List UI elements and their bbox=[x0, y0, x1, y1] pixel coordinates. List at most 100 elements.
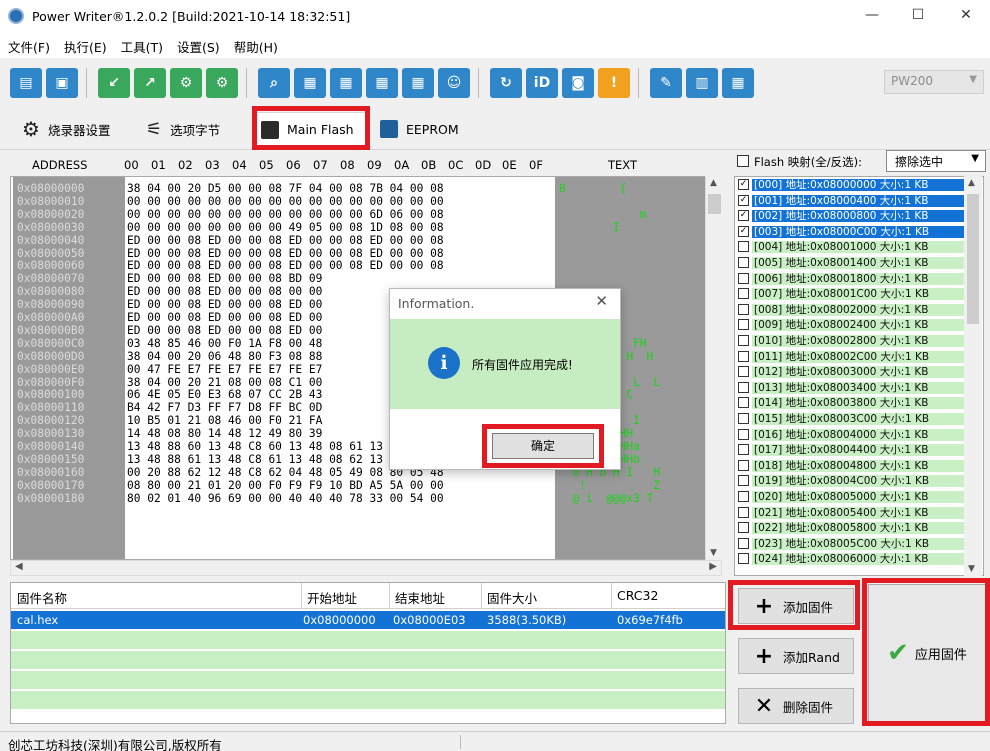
flash-sector-item[interactable]: [005] 地址:0x08001400 大小:1 KB bbox=[738, 257, 964, 269]
sector-checkbox[interactable] bbox=[738, 553, 749, 565]
select-all-checkbox[interactable] bbox=[737, 155, 749, 167]
menu-file[interactable]: 文件(F) bbox=[8, 37, 50, 56]
sector-checkbox[interactable] bbox=[738, 366, 749, 378]
dialog-close-icon[interactable]: ✕ bbox=[595, 292, 608, 310]
menu-tools[interactable]: 工具(T) bbox=[121, 37, 163, 56]
flash-sector-item[interactable]: [004] 地址:0x08001000 大小:1 KB bbox=[738, 241, 964, 254]
flash-sector-item[interactable]: [011] 地址:0x08002C00 大小:1 KB bbox=[738, 350, 964, 363]
flash-sector-item[interactable]: [013] 地址:0x08003400 大小:1 KB bbox=[738, 381, 964, 394]
open-icon[interactable]: ▤ bbox=[10, 68, 42, 98]
add-firmware-button[interactable]: + 添加固件 bbox=[738, 588, 854, 624]
ok-button[interactable]: 确定 bbox=[492, 433, 594, 459]
add-rand-button[interactable]: + 添加Rand bbox=[738, 638, 854, 674]
warning-icon[interactable]: ! bbox=[598, 68, 630, 98]
flash-vertical-scrollbar[interactable]: ▲ ▼ bbox=[964, 176, 982, 576]
flash-map-list[interactable]: ✓ [000] 地址:0x08000000 大小:1 KB ✓ [001] 地址:0x… bbox=[734, 176, 984, 576]
sector-checkbox[interactable] bbox=[738, 335, 749, 346]
sector-checkbox[interactable] bbox=[738, 413, 749, 424]
apply-firmware-button[interactable]: ✔ 应用固件 bbox=[868, 584, 986, 722]
chip-read-icon[interactable]: ▦ bbox=[294, 68, 326, 98]
layout-icon[interactable]: ▦ bbox=[722, 68, 754, 98]
chip-write-icon[interactable]: ▦ bbox=[330, 68, 362, 98]
sector-checkbox[interactable] bbox=[738, 257, 749, 268]
sector-checkbox[interactable] bbox=[738, 459, 749, 471]
sector-checkbox[interactable] bbox=[738, 272, 749, 284]
scroll-up-icon[interactable]: ▲ bbox=[968, 178, 975, 188]
sector-checkbox[interactable] bbox=[738, 319, 749, 331]
close-button[interactable]: ✕ bbox=[946, 7, 986, 27]
flash-sector-item[interactable]: ✓ [000] 地址:0x08000000 大小:1 KB bbox=[738, 179, 964, 191]
delete-firmware-button[interactable]: ✕ 删除固件 bbox=[738, 688, 854, 724]
chip-icon-1[interactable]: ⚙ bbox=[170, 68, 202, 98]
device-select[interactable]: PW200 ▼ bbox=[884, 70, 984, 94]
chip-icon-2[interactable]: ⚙ bbox=[206, 68, 238, 98]
sector-checkbox[interactable] bbox=[738, 506, 749, 518]
minimize-button[interactable]: — bbox=[852, 7, 892, 27]
flash-sector-item[interactable]: [009] 地址:0x08002400 大小:1 KB bbox=[738, 319, 964, 332]
id-icon[interactable]: iD bbox=[526, 68, 558, 98]
sector-checkbox[interactable] bbox=[738, 381, 749, 393]
sector-checkbox[interactable]: ✓ bbox=[738, 210, 749, 222]
flash-sector-item[interactable]: [006] 地址:0x08001800 大小:1 KB bbox=[738, 272, 964, 285]
flash-sector-item[interactable]: [018] 地址:0x08004800 大小:1 KB bbox=[738, 459, 964, 472]
hex-vertical-scrollbar[interactable]: ▲ ▼ bbox=[705, 176, 722, 560]
refresh-icon[interactable]: ↻ bbox=[490, 68, 522, 98]
tab-option-bytes[interactable]: ⚟ 选项字节 bbox=[138, 112, 228, 146]
scroll-right-icon[interactable]: ▶ bbox=[709, 561, 717, 572]
flash-sector-item[interactable]: [022] 地址:0x08005800 大小:1 KB bbox=[738, 522, 964, 535]
menu-execute[interactable]: 执行(E) bbox=[64, 37, 107, 56]
flash-sector-item[interactable]: ✓ [003] 地址:0x08000C00 大小:1 KB bbox=[738, 225, 964, 238]
sector-checkbox[interactable]: ✓ bbox=[738, 194, 749, 206]
sector-checkbox[interactable] bbox=[738, 397, 749, 409]
flash-sector-item[interactable]: [008] 地址:0x08002000 大小:1 KB bbox=[738, 303, 964, 316]
sector-checkbox[interactable]: ✓ bbox=[738, 225, 749, 237]
tab-programmer-settings[interactable]: ⚙ 烧录器设置 bbox=[14, 112, 118, 146]
menu-settings[interactable]: 设置(S) bbox=[177, 37, 220, 56]
flash-sector-item[interactable]: ✓ [001] 地址:0x08000400 大小:1 KB bbox=[738, 194, 964, 207]
flash-sector-item[interactable]: [021] 地址:0x08005400 大小:1 KB bbox=[738, 506, 964, 519]
flash-sector-item[interactable]: ✓ [002] 地址:0x08000800 大小:1 KB bbox=[738, 210, 964, 223]
sector-checkbox[interactable] bbox=[738, 537, 749, 549]
hex-horizontal-scrollbar[interactable]: ◀ ▶ bbox=[10, 560, 722, 576]
flash-sector-item[interactable]: [023] 地址:0x08005C00 大小:1 KB bbox=[738, 537, 964, 550]
scroll-thumb[interactable] bbox=[967, 194, 979, 324]
menu-help[interactable]: 帮助(H) bbox=[234, 37, 278, 56]
flash-sector-item[interactable]: [014] 地址:0x08003800 大小:1 KB bbox=[738, 397, 964, 410]
flash-sector-item[interactable]: [017] 地址:0x08004400 大小:1 KB bbox=[738, 444, 964, 457]
scroll-left-icon[interactable]: ◀ bbox=[15, 561, 23, 572]
clean-icon[interactable]: ✎ bbox=[650, 68, 682, 98]
sector-checkbox[interactable] bbox=[738, 428, 749, 440]
sector-checkbox[interactable] bbox=[738, 241, 749, 253]
sector-checkbox[interactable] bbox=[738, 288, 749, 300]
tab-main-flash[interactable]: Main Flash bbox=[252, 112, 366, 146]
sector-checkbox[interactable] bbox=[738, 303, 749, 315]
flash-sector-item[interactable]: [020] 地址:0x08005000 大小:1 KB bbox=[738, 491, 964, 503]
chip-info-icon[interactable]: ◙ bbox=[562, 68, 594, 98]
sector-checkbox[interactable] bbox=[738, 522, 749, 534]
search-icon[interactable]: ⌕ bbox=[258, 68, 290, 98]
save-icon[interactable]: ▣ bbox=[46, 68, 78, 98]
maximize-button[interactable]: ☐ bbox=[898, 7, 938, 27]
scroll-down-icon[interactable]: ▼ bbox=[968, 564, 975, 574]
flash-sector-item[interactable]: [024] 地址:0x08006000 大小:1 KB bbox=[738, 553, 964, 566]
flash-sector-item[interactable]: [007] 地址:0x08001C00 大小:1 KB bbox=[738, 288, 964, 301]
chip-verify-icon[interactable]: ▦ bbox=[366, 68, 398, 98]
scroll-down-icon[interactable]: ▼ bbox=[710, 548, 717, 558]
sector-checkbox[interactable] bbox=[738, 491, 749, 502]
sector-checkbox[interactable]: ✓ bbox=[738, 179, 749, 190]
robot-icon[interactable]: ☺ bbox=[438, 68, 470, 98]
flash-sector-item[interactable]: [016] 地址:0x08004000 大小:1 KB bbox=[738, 428, 964, 441]
flash-sector-item[interactable]: [019] 地址:0x08004C00 大小:1 KB bbox=[738, 475, 964, 488]
firmware-table[interactable]: 固件名称 开始地址 结束地址 固件大小 CRC32 cal.hex 0x0800… bbox=[10, 582, 726, 724]
flash-sector-item[interactable]: [015] 地址:0x08003C00 大小:1 KB bbox=[738, 413, 964, 425]
tab-eeprom[interactable]: EEPROM bbox=[372, 112, 467, 146]
flash-sector-item[interactable]: [012] 地址:0x08003000 大小:1 KB bbox=[738, 366, 964, 379]
flash-sector-item[interactable]: [010] 地址:0x08002800 大小:1 KB bbox=[738, 335, 964, 347]
scroll-thumb[interactable] bbox=[708, 194, 721, 214]
download-icon[interactable]: ↙ bbox=[98, 68, 130, 98]
erase-select[interactable]: 擦除选中 ▼ bbox=[886, 150, 986, 172]
scroll-up-icon[interactable]: ▲ bbox=[710, 178, 717, 188]
sector-checkbox[interactable] bbox=[738, 475, 749, 487]
chip-erase-icon[interactable]: ▦ bbox=[402, 68, 434, 98]
table-row[interactable]: cal.hex 0x08000000 0x08000E03 3588(3.50K… bbox=[11, 611, 725, 629]
